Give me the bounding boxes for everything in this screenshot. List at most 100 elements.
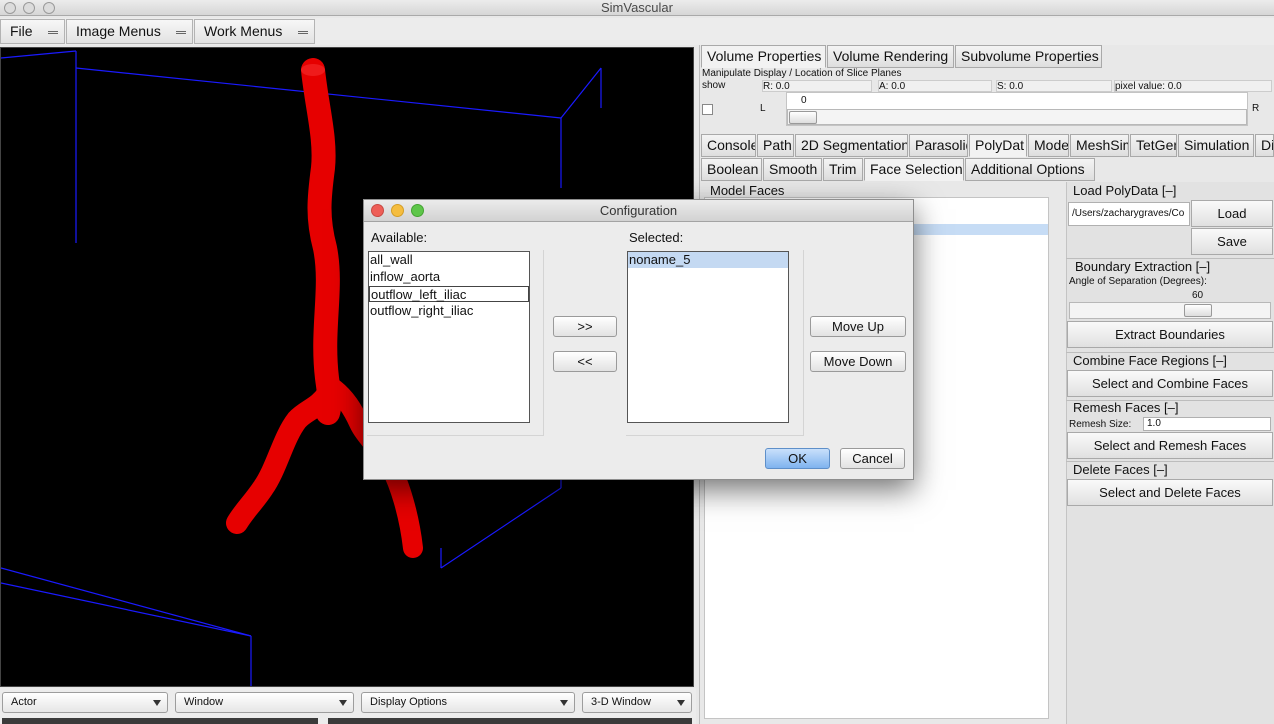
minimize-window-icon[interactable] xyxy=(23,2,35,14)
save-button[interactable]: Save xyxy=(1191,228,1273,255)
slice-slider-panel: 0 xyxy=(786,92,1248,126)
polydata-path-field[interactable]: /Users/zacharygraves/Co xyxy=(1068,202,1190,226)
dialog-title: Configuration xyxy=(599,203,678,218)
angle-label: Angle of Separation (Degrees): xyxy=(1069,276,1207,287)
display-options-label: Display Options xyxy=(370,696,448,708)
move-up-button[interactable]: Move Up xyxy=(810,316,906,337)
tab-label: PolyDat xyxy=(975,137,1025,153)
dropdown-arrow-icon xyxy=(677,700,685,706)
horizontal-scrollbar[interactable] xyxy=(328,718,692,724)
tab-label: Console xyxy=(707,137,756,153)
display-options-select[interactable]: Display Options xyxy=(361,692,575,713)
tab-boolean[interactable]: Boolean xyxy=(701,158,762,181)
vessel-highlight xyxy=(301,64,325,76)
tab-additional-options[interactable]: Additional Options xyxy=(965,158,1095,181)
dropdown-arrow-icon xyxy=(560,700,568,706)
actor-select-label: Actor xyxy=(11,696,37,708)
tab-model[interactable]: Mode xyxy=(1028,134,1069,157)
close-window-icon[interactable] xyxy=(4,2,16,14)
slice-slider-value: 0 xyxy=(801,95,807,106)
slice-slider[interactable] xyxy=(787,109,1247,125)
a-coordinate: A: 0.0 xyxy=(878,80,992,92)
selected-label: Selected: xyxy=(629,230,684,245)
tab-label: Additional Options xyxy=(971,161,1085,177)
tab-path[interactable]: Path xyxy=(757,134,794,157)
left-label: L xyxy=(760,103,766,114)
tab-parasolid[interactable]: Parasolid xyxy=(909,134,968,157)
3d-window-select[interactable]: 3-D Window xyxy=(582,692,692,713)
image-menus-menu[interactable]: Image Menus xyxy=(66,19,193,44)
show-label: show xyxy=(702,80,726,91)
list-item[interactable]: outflow_left_iliac xyxy=(369,286,529,302)
simvascular-window: SimVascular File Image Menus Work Menus xyxy=(0,0,1274,724)
tab-label: Volume Properties xyxy=(707,48,822,64)
dropdown-arrow-icon xyxy=(153,700,161,706)
tab-polydata[interactable]: PolyDat xyxy=(969,134,1027,157)
select-and-delete-button[interactable]: Select and Delete Faces xyxy=(1067,479,1273,506)
remesh-size-field[interactable]: 1.0 xyxy=(1143,417,1271,431)
select-and-combine-button[interactable]: Select and Combine Faces xyxy=(1067,370,1273,397)
window-select[interactable]: Window xyxy=(175,692,354,713)
remove-selected-button[interactable]: << xyxy=(553,351,617,372)
file-menu-label: File xyxy=(10,23,33,39)
tab-label: 2D Segmentation xyxy=(801,137,908,153)
show-checkbox[interactable] xyxy=(702,104,713,115)
work-menus-menu[interactable]: Work Menus xyxy=(194,19,315,44)
zoom-dialog-icon[interactable] xyxy=(411,204,424,217)
tab-console[interactable]: Console xyxy=(701,134,756,157)
close-dialog-icon[interactable] xyxy=(371,204,384,217)
actor-select[interactable]: Actor xyxy=(2,692,168,713)
tab-di[interactable]: Di xyxy=(1255,134,1274,157)
window-title: SimVascular xyxy=(600,0,673,15)
delete-heading[interactable]: Delete Faces [–] xyxy=(1073,462,1168,477)
available-list[interactable]: all_wall inflow_aorta outflow_left_iliac… xyxy=(368,251,530,423)
move-down-button[interactable]: Move Down xyxy=(810,351,906,372)
window-select-label: Window xyxy=(184,696,224,708)
tab-trim[interactable]: Trim xyxy=(823,158,863,181)
tab-face-selection[interactable]: Face Selection xyxy=(864,158,964,181)
tab-subvolume-properties[interactable]: Subvolume Properties xyxy=(955,45,1102,68)
combine-heading[interactable]: Combine Face Regions [–] xyxy=(1073,353,1227,368)
view-controls-bar: Actor Window Display Options 3-D Window xyxy=(0,688,696,724)
minimize-dialog-icon[interactable] xyxy=(391,204,404,217)
slider-thumb[interactable] xyxy=(789,111,817,124)
tab-label: Subvolume Properties xyxy=(961,48,1099,64)
list-item[interactable]: noname_5 xyxy=(628,252,788,268)
selected-list[interactable]: noname_5 xyxy=(627,251,789,423)
extract-boundaries-button[interactable]: Extract Boundaries xyxy=(1067,321,1273,348)
tab-label: Path xyxy=(763,137,792,153)
dialog-title-bar: Configuration xyxy=(364,200,913,222)
tearoff-icon xyxy=(298,31,308,34)
load-button[interactable]: Load xyxy=(1191,200,1273,227)
tab-label: Volume Rendering xyxy=(833,48,949,64)
list-item[interactable]: outflow_right_iliac xyxy=(369,303,529,319)
load-polydata-heading[interactable]: Load PolyData [–] xyxy=(1073,183,1176,198)
tab-2d-segmentation[interactable]: 2D Segmentation xyxy=(795,134,908,157)
slider-thumb[interactable] xyxy=(1184,304,1212,317)
slice-heading: Manipulate Display / Location of Slice P… xyxy=(702,68,902,79)
tab-tetgen[interactable]: TetGen xyxy=(1130,134,1177,157)
ok-button[interactable]: OK xyxy=(765,448,830,469)
file-menu[interactable]: File xyxy=(0,19,65,44)
boundary-extraction-heading[interactable]: Boundary Extraction [–] xyxy=(1075,259,1210,274)
remesh-heading[interactable]: Remesh Faces [–] xyxy=(1073,400,1179,415)
tab-label: TetGen xyxy=(1136,137,1177,153)
zoom-window-icon[interactable] xyxy=(43,2,55,14)
3d-window-label: 3-D Window xyxy=(591,696,651,708)
tab-volume-properties[interactable]: Volume Properties xyxy=(701,45,826,68)
tab-smooth[interactable]: Smooth xyxy=(763,158,822,181)
horizontal-scrollbar[interactable] xyxy=(2,718,318,724)
list-item[interactable]: inflow_aorta xyxy=(369,269,529,285)
work-menus-label: Work Menus xyxy=(204,23,283,39)
s-coordinate: S: 0.0 xyxy=(996,80,1112,92)
add-selected-button[interactable]: >> xyxy=(553,316,617,337)
configuration-dialog: Configuration Available: all_wall inflow… xyxy=(363,199,914,480)
tab-simulation[interactable]: Simulation xyxy=(1178,134,1254,157)
tab-meshsim[interactable]: MeshSim xyxy=(1070,134,1129,157)
select-and-remesh-button[interactable]: Select and Remesh Faces xyxy=(1067,432,1273,459)
angle-slider[interactable] xyxy=(1069,302,1271,319)
cancel-button[interactable]: Cancel xyxy=(840,448,905,469)
tab-label: Boolean xyxy=(707,161,759,177)
list-item[interactable]: all_wall xyxy=(369,252,529,268)
tab-volume-rendering[interactable]: Volume Rendering xyxy=(827,45,954,68)
